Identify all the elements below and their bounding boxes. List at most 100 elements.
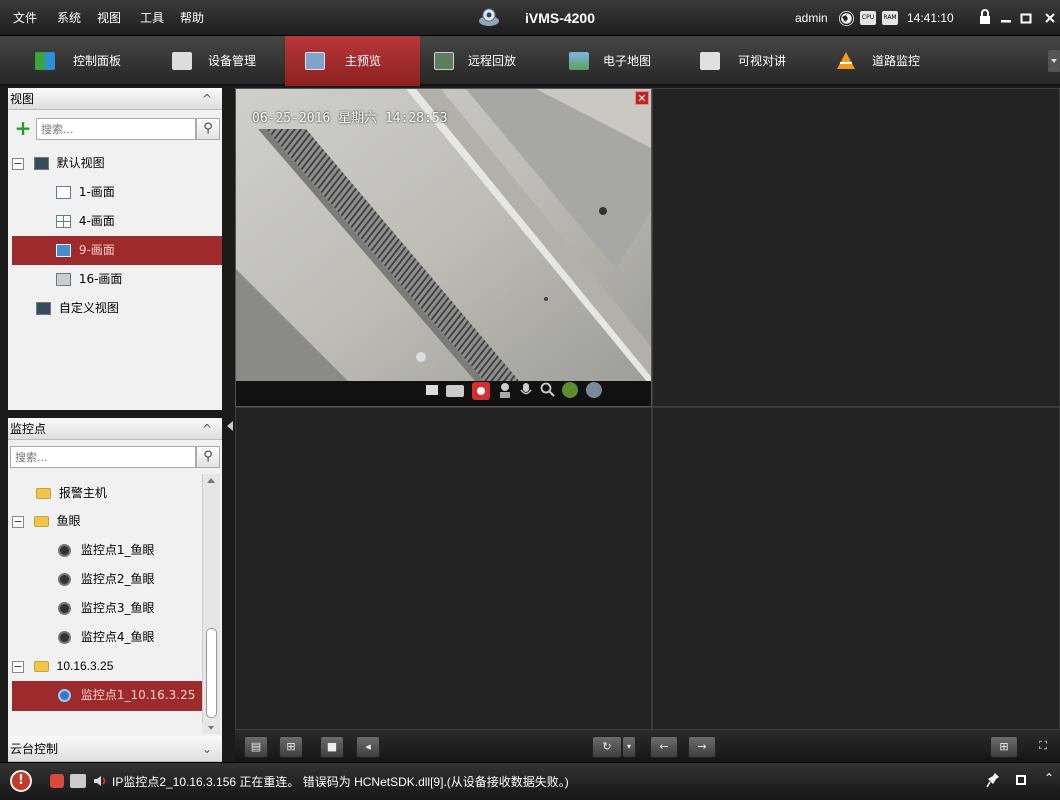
tree-item-camera[interactable]: 监控点2_鱼眼 [58, 565, 202, 594]
tree-item-default-view[interactable]: − 默认视图 [12, 149, 222, 178]
collapse-toggle-icon[interactable]: − [12, 660, 24, 673]
globe-icon[interactable] [839, 11, 854, 26]
zoom-icon[interactable] [540, 382, 556, 398]
event-icon[interactable] [70, 774, 86, 788]
view-search-field[interactable] [37, 119, 195, 139]
window-division-icon[interactable]: ⊞ [990, 736, 1018, 758]
menu-help[interactable]: 帮助 [180, 0, 204, 36]
control-panel-icon [35, 52, 55, 70]
stop-live-view-icon[interactable] [426, 385, 438, 395]
lock-icon[interactable] [977, 9, 993, 25]
previous-page-icon[interactable]: ← [650, 736, 678, 758]
ptz-panel-header[interactable]: 云台控制 ⌄ [8, 736, 222, 762]
auto-switch-icon[interactable]: ↻ [592, 736, 622, 758]
camera-tree-scrollbar[interactable] [202, 474, 220, 722]
menu-file[interactable]: 文件 [13, 0, 37, 36]
capture-icon[interactable] [446, 385, 464, 397]
tree-item-camera[interactable]: 监控点1_鱼眼 [58, 536, 202, 565]
tab-device-management[interactable]: 设备管理 [152, 36, 285, 86]
tree-label: 监控点3_鱼眼 [80, 601, 155, 615]
close-video-icon[interactable]: ✕ [635, 91, 649, 105]
tree-item-device-group[interactable]: − 10.16.3.25 [12, 652, 202, 681]
tab-label: 控制面板 [73, 54, 122, 68]
nine-screen-icon [56, 244, 71, 257]
expand-icon[interactable]: ⌄ [202, 736, 212, 762]
alarm-record-icon[interactable] [50, 774, 64, 788]
float-window-icon[interactable] [1016, 775, 1026, 785]
view-search-input[interactable] [36, 118, 196, 140]
tab-video-intercom[interactable]: 可视对讲 [686, 36, 820, 86]
camera-icon [58, 544, 71, 557]
stop-all-icon[interactable]: ■ [320, 736, 344, 758]
alarm-icon[interactable]: ! [10, 770, 32, 792]
tree-item-9-screen[interactable]: 9-画面 [12, 236, 222, 265]
tab-scroll-button[interactable] [1048, 50, 1060, 72]
refresh-icon[interactable] [562, 382, 578, 398]
tree-item-alarm-host[interactable]: 报警主机 [36, 479, 202, 508]
menu-system[interactable]: 系统 [57, 0, 81, 36]
tree-label: 16-画面 [78, 272, 123, 286]
camera-panel-header[interactable]: 监控点 ^ [8, 418, 222, 440]
collapse-toggle-icon[interactable]: − [12, 157, 24, 170]
expand-up-icon[interactable]: ⌃ [1042, 770, 1056, 786]
user-name[interactable]: admin [795, 0, 828, 36]
tree-label: 监控点2_鱼眼 [80, 572, 155, 586]
camera-search-button[interactable]: ⚲ [196, 446, 220, 468]
tab-main-view[interactable]: 主预览 [285, 36, 420, 86]
tab-e-map[interactable]: 电子地图 [553, 36, 686, 86]
settings-icon[interactable] [586, 382, 602, 398]
close-button[interactable] [1042, 10, 1058, 26]
fullscreen-icon[interactable]: ⛶ [1030, 736, 1056, 758]
view-panel-header[interactable]: 视图 ^ [8, 88, 222, 110]
menu-tools[interactable]: 工具 [140, 0, 164, 36]
collapse-icon[interactable]: ^ [202, 418, 212, 440]
mute-icon[interactable]: ◂ [356, 736, 380, 758]
minimize-button[interactable] [998, 10, 1014, 26]
video-window-3[interactable] [235, 407, 652, 730]
tree-item-custom-view[interactable]: 自定义视图 [36, 294, 222, 323]
camera-icon [58, 689, 71, 702]
tree-label: 4-画面 [78, 214, 115, 228]
ptz-control-icon[interactable] [498, 382, 512, 398]
scroll-down-icon[interactable] [202, 722, 220, 734]
video-window-4[interactable] [652, 407, 1060, 730]
camera-search-field[interactable] [11, 447, 195, 467]
tree-item-camera[interactable]: 监控点4_鱼眼 [58, 623, 202, 652]
tab-control-panel[interactable]: 控制面板 [17, 36, 152, 86]
collapse-toggle-icon[interactable]: − [12, 515, 24, 528]
single-screen-icon [56, 186, 71, 199]
tree-item-fisheye-group[interactable]: − 鱼眼 [12, 507, 202, 536]
tree-label: 监控点1_10.16.3.25 [80, 688, 196, 702]
add-view-icon[interactable]: + [12, 118, 34, 140]
tree-item-camera-selected[interactable]: 监控点1_10.16.3.25 [12, 681, 202, 711]
tree-item-1-screen[interactable]: 1-画面 [56, 178, 222, 207]
audio-icon[interactable] [520, 382, 532, 398]
record-icon[interactable] [472, 382, 490, 400]
video-window-2[interactable] [652, 88, 1060, 407]
maximize-button[interactable] [1018, 10, 1034, 26]
save-as-view-icon[interactable]: ⊞ [279, 736, 303, 758]
quad-screen-icon [56, 215, 71, 228]
view-search-button[interactable]: ⚲ [196, 118, 220, 140]
custom-view-icon [36, 302, 51, 315]
scrollbar-thumb[interactable] [206, 628, 217, 718]
save-view-icon[interactable]: ▤ [244, 736, 268, 758]
tab-road-monitoring[interactable]: 道路监控 [820, 36, 960, 86]
pin-icon[interactable] [986, 772, 1000, 788]
app-logo-icon [478, 7, 500, 27]
tree-label: 监控点4_鱼眼 [80, 630, 155, 644]
sound-icon[interactable] [92, 774, 108, 788]
tab-remote-playback[interactable]: 远程回放 [420, 36, 553, 86]
tree-item-camera[interactable]: 监控点3_鱼眼 [58, 594, 202, 623]
menu-view[interactable]: 视图 [97, 0, 121, 36]
status-message: IP监控点2_10.16.3.156 正在重连。 错误码为 HCNetSDK.d… [112, 775, 569, 789]
tree-item-4-screen[interactable]: 4-画面 [56, 207, 222, 236]
video-window-1[interactable]: 06-25-2016 星期六 14:28:53 ✕ [235, 88, 652, 407]
auto-switch-dropdown-icon[interactable]: ▾ [622, 736, 636, 758]
camera-search-input[interactable] [10, 446, 196, 468]
collapse-icon[interactable]: ^ [202, 88, 212, 110]
next-page-icon[interactable]: → [688, 736, 716, 758]
tree-label: 鱼眼 [56, 514, 81, 528]
tree-item-16-screen[interactable]: 16-画面 [56, 265, 222, 294]
collapse-sidebar-icon[interactable] [226, 420, 234, 431]
